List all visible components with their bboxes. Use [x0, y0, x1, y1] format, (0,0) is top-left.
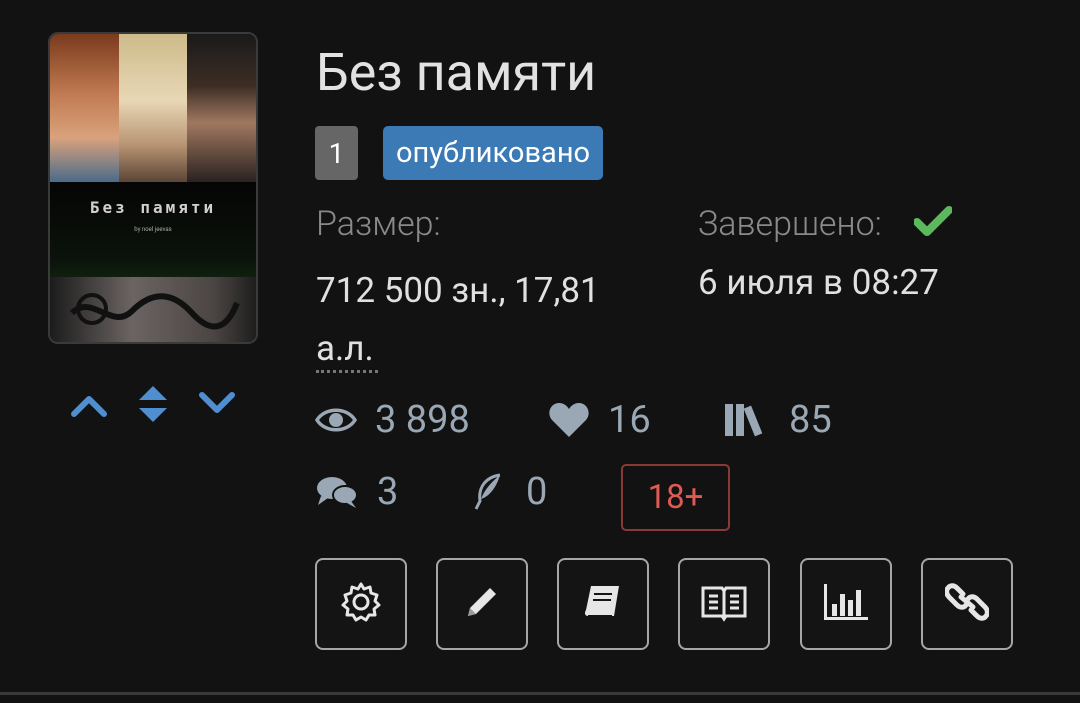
- status-badge: опубликовано: [383, 126, 604, 180]
- books-icon: [723, 402, 771, 438]
- cover-image[interactable]: Без памяти by noel jeevas: [48, 32, 258, 344]
- size-tooltip-underline: [316, 370, 378, 373]
- reviews-count: 0: [526, 470, 548, 514]
- size-label: Размер:: [316, 204, 441, 244]
- completed-value: 6 июля в 08:27: [698, 262, 939, 303]
- cover-photos: [50, 34, 256, 182]
- feather-icon: [472, 473, 504, 511]
- likes-stat: 16: [548, 398, 651, 442]
- age-rating-badge: 18+: [621, 464, 730, 531]
- chevron-up-icon[interactable]: [70, 382, 108, 426]
- size-value[interactable]: 712 500 зн., 17,81 а.л.: [316, 262, 656, 378]
- cover-title: Без памяти: [89, 198, 217, 217]
- book-button[interactable]: [557, 558, 649, 650]
- comments-icon: [315, 474, 359, 510]
- link-button[interactable]: [921, 558, 1013, 650]
- views-count: 3 898: [375, 398, 470, 442]
- chevrons-up-down-icon[interactable]: [134, 382, 172, 426]
- edit-button[interactable]: [436, 558, 528, 650]
- vote-controls: [70, 382, 236, 426]
- eye-icon: [315, 405, 357, 435]
- check-icon: [913, 205, 953, 241]
- collections-stat: 85: [723, 398, 832, 442]
- comments-count: 3: [377, 470, 399, 514]
- views-stat: 3 898: [315, 398, 470, 442]
- likes-count: 16: [608, 398, 651, 442]
- collections-count: 85: [789, 398, 832, 442]
- heart-icon: [548, 401, 590, 439]
- statistics-button[interactable]: [800, 558, 892, 650]
- pencil-icon: [460, 580, 504, 628]
- work-title[interactable]: Без памяти: [316, 42, 596, 103]
- cover-byline: by noel jeevas: [134, 226, 172, 233]
- reviews-stat: 0: [472, 470, 547, 514]
- gear-icon: [339, 580, 383, 628]
- read-button[interactable]: [678, 558, 770, 650]
- link-icon: [944, 580, 990, 628]
- section-divider: [0, 692, 1080, 695]
- comments-stat: 3: [315, 470, 398, 514]
- cover-arm-tattoo: [50, 277, 256, 342]
- chapter-count-badge: 1: [315, 126, 358, 180]
- bar-chart-icon: [822, 582, 870, 626]
- completed-label: Завершено:: [698, 204, 882, 244]
- book-icon: [581, 580, 625, 628]
- settings-button[interactable]: [315, 558, 407, 650]
- open-book-icon: [700, 582, 748, 626]
- chevron-down-icon[interactable]: [198, 382, 236, 426]
